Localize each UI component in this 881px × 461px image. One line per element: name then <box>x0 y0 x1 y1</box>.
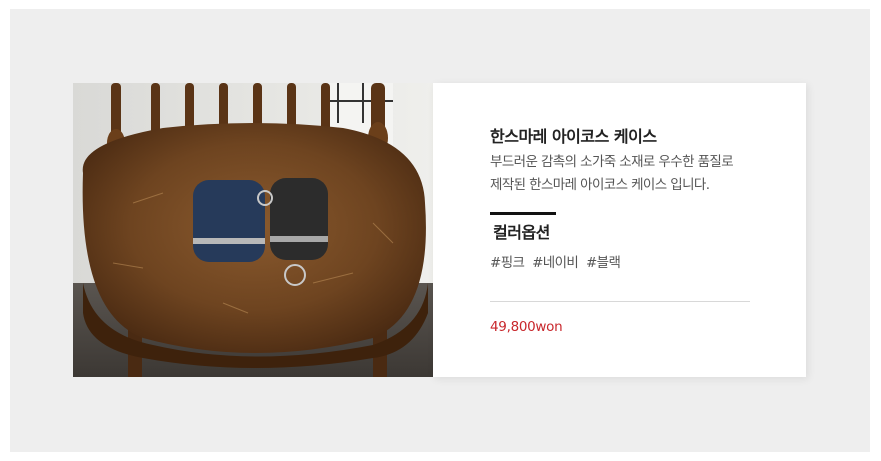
color-tag-navy[interactable]: #네이비 <box>532 255 579 271</box>
content-frame: 한스마레 아이코스 케이스 부드러운 감촉의 소가죽 소재로 우수한 품질로 제… <box>10 9 870 452</box>
option-accent-bar <box>490 212 556 215</box>
product-photo <box>73 83 433 377</box>
description-line: 제작된 한스마레 아이코스 케이스 입니다. <box>490 177 710 193</box>
divider <box>490 301 750 302</box>
product-description: 부드러운 감촉의 소가죽 소재로 우수한 품질로 제작된 한스마레 아이코스 케… <box>490 151 770 197</box>
color-option-title: 컬러옵션 <box>493 223 550 242</box>
color-tag-black[interactable]: #블랙 <box>586 255 621 271</box>
product-price: 49,800won <box>490 319 563 335</box>
product-info-card: 한스마레 아이코스 케이스 부드러운 감촉의 소가죽 소재로 우수한 품질로 제… <box>433 83 806 377</box>
description-line: 부드러운 감촉의 소가죽 소재로 우수한 품질로 <box>490 154 734 170</box>
color-tags: #핑크 #네이비 #블랙 <box>490 251 624 271</box>
product-title: 한스마레 아이코스 케이스 <box>490 127 657 146</box>
color-tag-pink[interactable]: #핑크 <box>490 255 525 271</box>
